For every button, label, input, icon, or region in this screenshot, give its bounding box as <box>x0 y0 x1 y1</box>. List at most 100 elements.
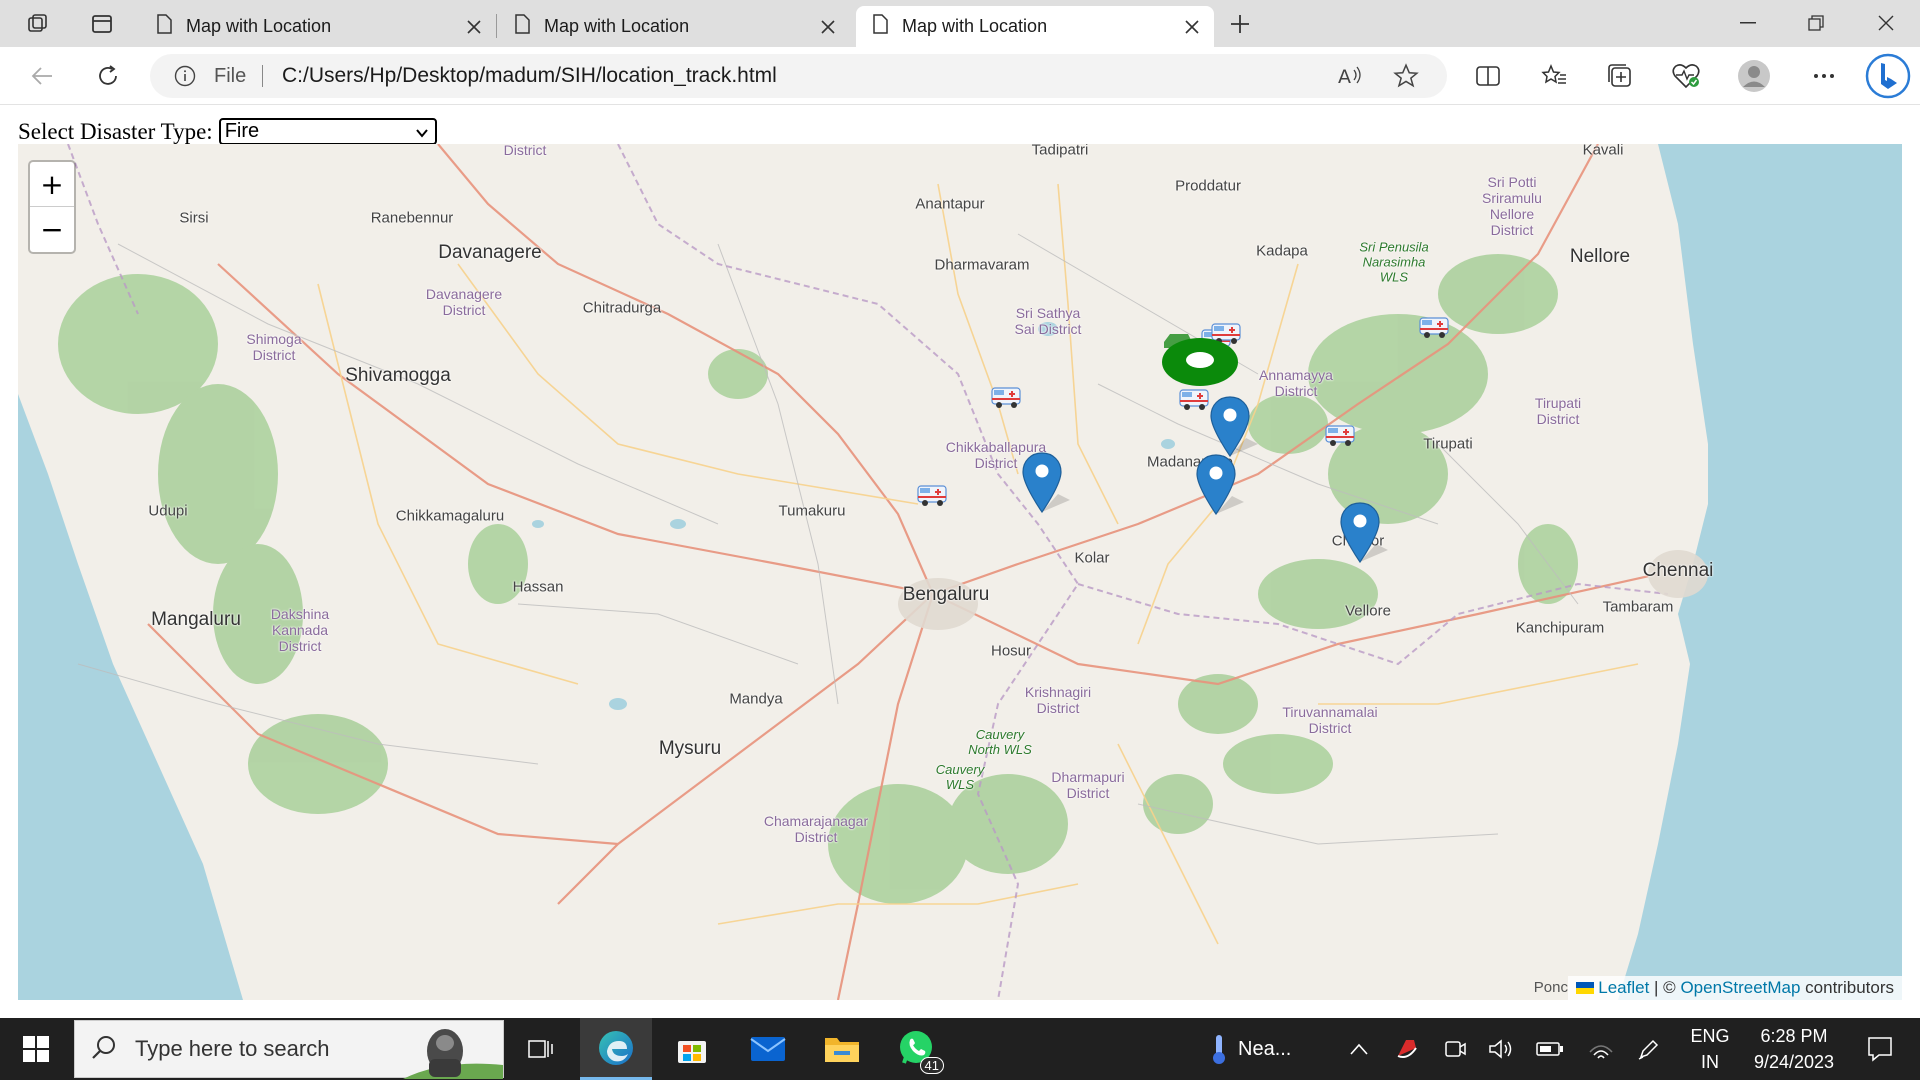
ukraine-flag-icon <box>1575 978 1594 997</box>
tab-separator <box>496 14 497 38</box>
map-label: Chamarajanagar District <box>763 813 869 845</box>
search-placeholder: Type here to search <box>135 1036 330 1061</box>
battery-icon[interactable] <box>1530 1018 1570 1080</box>
map-label: Hosur <box>990 642 1032 660</box>
current-location-marker[interactable] <box>1160 328 1240 390</box>
location-pin-marker[interactable] <box>1210 396 1258 458</box>
map-label: Davanagere District <box>425 286 503 318</box>
ambulance-icon[interactable] <box>1324 420 1358 448</box>
ambulance-icon[interactable] <box>916 480 950 508</box>
notification-icon[interactable] <box>1848 1018 1912 1080</box>
wifi-icon[interactable] <box>1584 1018 1618 1080</box>
meet-icon[interactable] <box>1438 1018 1472 1080</box>
browser-essentials-icon[interactable] <box>1666 56 1706 96</box>
tab-title: Map with Location <box>902 16 1048 36</box>
map-label: Udupi <box>148 502 188 520</box>
map-label: Proddatur <box>1175 177 1241 195</box>
tab-2[interactable]: Map with Location <box>498 6 850 47</box>
location-pin-marker[interactable] <box>1196 454 1244 516</box>
map-label: Shivamogga <box>345 365 451 386</box>
select-value: Fire <box>224 120 260 142</box>
map-label: Kadapa <box>1256 242 1308 260</box>
map-label: Sirsi <box>179 209 209 227</box>
refresh-icon[interactable] <box>88 56 128 96</box>
profile-icon[interactable] <box>1734 56 1774 96</box>
leaflet-link[interactable]: Leaflet <box>1598 978 1649 997</box>
bing-icon[interactable] <box>1864 52 1912 100</box>
gorilla-search-highlight <box>403 1021 503 1080</box>
volume-icon[interactable] <box>1484 1018 1518 1080</box>
tab-active[interactable]: Map with Location <box>856 6 1214 47</box>
pen-icon[interactable] <box>1632 1018 1666 1080</box>
read-aloud-icon[interactable]: A <box>1337 64 1363 93</box>
file-explorer-icon[interactable] <box>808 1018 876 1080</box>
map-label: Nellore <box>1569 246 1631 267</box>
language-top: ENG <box>1690 1026 1730 1046</box>
page-icon <box>514 14 530 39</box>
weather-text[interactable]: Nea... <box>1238 1018 1318 1080</box>
temperature-icon <box>1204 1018 1234 1080</box>
url-text[interactable]: C:/Users/Hp/Desktop/madum/SIH/location_t… <box>282 64 777 88</box>
map-label: Dharmapuri District <box>1051 769 1125 801</box>
map-label: Sri Potti Sriramulu Nellore District <box>1482 174 1542 238</box>
search-icon <box>91 1034 117 1065</box>
map-label: Kavali <box>1582 144 1624 159</box>
openstreetmap-link[interactable]: OpenStreetMap <box>1680 978 1800 997</box>
tab-1[interactable]: Map with Location <box>140 6 496 47</box>
ambulance-icon[interactable] <box>990 382 1024 410</box>
taskbar: Type here to search 41 Nea... ENG IN 6:2… <box>0 1018 1920 1080</box>
restore-icon[interactable] <box>1782 0 1850 46</box>
clock[interactable]: 6:28 PM 9/24/2023 <box>1742 1018 1846 1080</box>
map-label: Tambaram <box>1602 598 1674 616</box>
edge-icon[interactable] <box>580 1018 652 1080</box>
ambulance-icon[interactable] <box>1418 312 1452 340</box>
tab-title: Map with Location <box>186 16 332 36</box>
toolbar: File C:/Users/Hp/Desktop/madum/SIH/locat… <box>0 47 1920 105</box>
task-view-icon[interactable] <box>516 1018 566 1080</box>
map-view[interactable]: Tadipatri Kavali Proddatur Anantapur Sri… <box>18 144 1902 1000</box>
disaster-type-select[interactable]: Fire <box>218 118 437 145</box>
info-icon[interactable] <box>174 65 196 92</box>
store-icon[interactable] <box>658 1018 726 1080</box>
clock-date: 9/24/2023 <box>1753 1052 1835 1072</box>
chevron-up-icon[interactable] <box>1344 1018 1374 1080</box>
map-label: Tirupati <box>1423 435 1473 453</box>
back-icon[interactable] <box>22 56 62 96</box>
address-bar[interactable]: File C:/Users/Hp/Desktop/madum/SIH/locat… <box>150 54 1447 98</box>
minimize-icon[interactable] <box>1714 0 1782 46</box>
new-tab-icon[interactable] <box>1220 6 1260 42</box>
whatsapp-badge: 41 <box>919 1057 944 1074</box>
favorite-star-icon[interactable] <box>1393 63 1419 94</box>
map-attribution: Leaflet | © OpenStreetMap contributors <box>1567 976 1902 1000</box>
zoom-in-button[interactable]: + <box>30 162 74 207</box>
select-label: Select Disaster Type: <box>18 118 213 144</box>
more-icon[interactable] <box>1804 56 1844 96</box>
close-window-icon[interactable] <box>1852 0 1920 46</box>
taskbar-search[interactable]: Type here to search <box>74 1020 504 1080</box>
location-pin-marker[interactable] <box>1022 452 1070 514</box>
attribution-suffix: contributors <box>1800 978 1894 997</box>
language-indicator[interactable]: ENG IN <box>1682 1018 1738 1080</box>
map-label: District <box>503 144 547 158</box>
map-label: Chennai <box>1642 560 1714 581</box>
favorites-icon[interactable] <box>1534 56 1574 96</box>
tab-title: Map with Location <box>544 16 690 36</box>
close-icon[interactable] <box>458 11 490 43</box>
close-icon[interactable] <box>1176 11 1208 43</box>
split-screen-icon[interactable] <box>1468 56 1508 96</box>
map-label: Shimoga District <box>246 331 302 363</box>
location-pin-marker[interactable] <box>1340 502 1388 564</box>
map-label: Tiruvannamalai District <box>1282 704 1378 736</box>
page-icon <box>156 14 172 39</box>
whatsapp-icon[interactable]: 41 <box>882 1018 954 1080</box>
start-icon[interactable] <box>0 1018 72 1080</box>
collections-icon[interactable] <box>1600 56 1640 96</box>
antivirus-icon[interactable] <box>1390 1018 1424 1080</box>
mail-icon[interactable] <box>734 1018 802 1080</box>
tab-actions-icon[interactable] <box>82 6 122 42</box>
map-label: Mandya <box>729 690 783 708</box>
zoom-out-button[interactable]: − <box>30 207 74 252</box>
tab-strip: Map with Location Map with Location Map … <box>0 0 1920 47</box>
workspaces-icon[interactable] <box>18 6 58 42</box>
close-icon[interactable] <box>812 11 844 43</box>
